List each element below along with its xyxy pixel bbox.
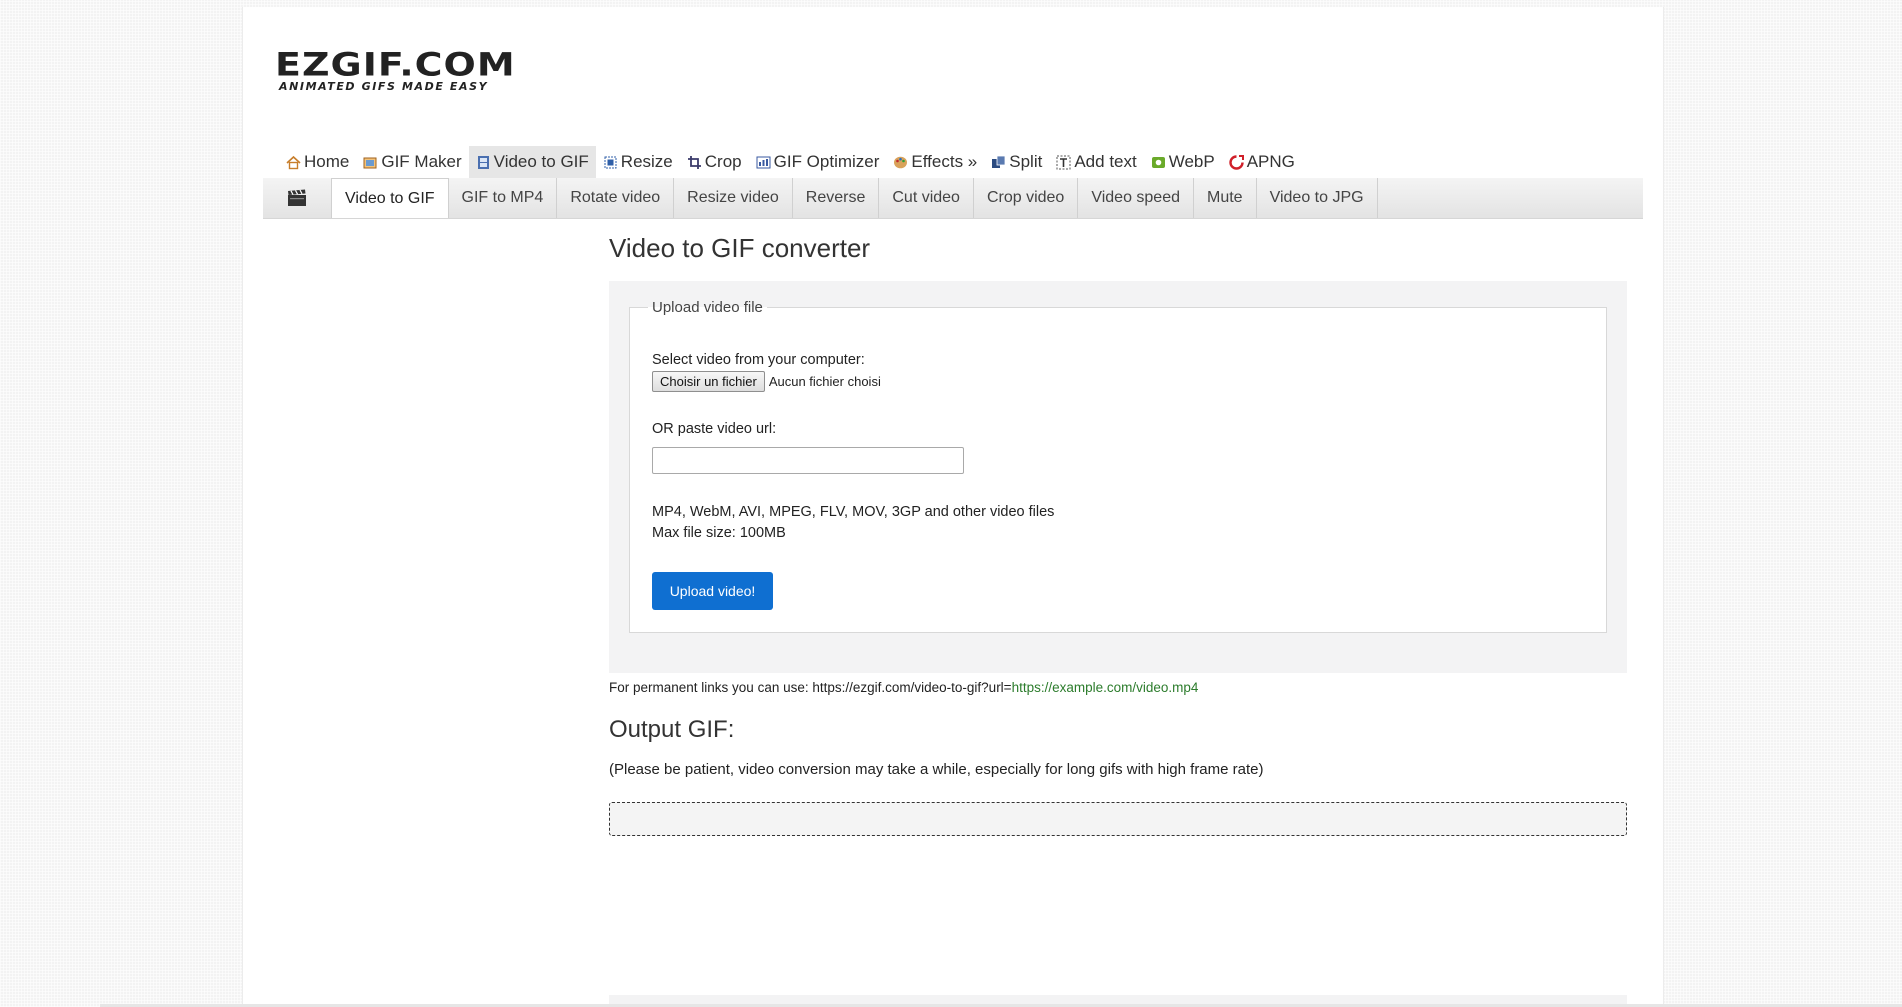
sub-tab-cut-video[interactable]: Cut video [879, 178, 974, 218]
sub-tab-mute[interactable]: Mute [1194, 178, 1257, 218]
upload-fieldset: Upload video file Select video from your… [629, 299, 1607, 633]
sub-tab-crop-video[interactable]: Crop video [974, 178, 1079, 218]
formats-info: MP4, WebM, AVI, MPEG, FLV, MOV, 3GP and … [652, 502, 1054, 544]
upload-panel: Upload video file Select video from your… [609, 281, 1627, 673]
nav-label: Split [1009, 152, 1043, 171]
nav-label: Video to GIF [493, 152, 589, 171]
nav-item-webp[interactable]: WebP [1144, 146, 1222, 178]
nav-item-video-to-gif[interactable]: Video to GIF [468, 146, 596, 178]
output-area [609, 802, 1627, 836]
optimizer-icon [756, 155, 771, 170]
webp-icon [1151, 155, 1166, 170]
film-strip-icon [476, 155, 491, 170]
upload-video-button[interactable]: Upload video! [652, 572, 773, 610]
output-title: Output GIF: [609, 716, 735, 743]
sub-nav: Video to GIF GIF to MP4 Rotate video Res… [263, 178, 1643, 219]
apng-icon [1229, 154, 1244, 170]
upload-legend: Upload video file [652, 299, 763, 316]
sub-tab-gif-to-mp4[interactable]: GIF to MP4 [449, 178, 558, 218]
nav-label: GIF Maker [381, 152, 462, 171]
max-file-size-text: Max file size: 100MB [652, 525, 786, 541]
video-url-input[interactable] [652, 447, 964, 474]
file-status-text: Aucun fichier choisi [768, 373, 881, 389]
home-icon [286, 155, 301, 170]
nav-item-effects[interactable]: Effects » [886, 146, 984, 178]
nav-item-add-text[interactable]: Add text [1049, 146, 1143, 178]
nav-label: Add text [1074, 152, 1137, 171]
nav-label: WebP [1168, 152, 1215, 171]
url-label: OR paste video url: [652, 421, 777, 437]
sub-tab-reverse[interactable]: Reverse [793, 178, 880, 218]
nav-label: GIF Optimizer [773, 152, 880, 171]
permanent-links-prefix: For permanent links you can use: https:/… [609, 680, 1012, 695]
site-logo[interactable]: EZGIF.COM ANIMATED GIFS MADE EASY [275, 45, 516, 93]
supported-formats-text: MP4, WebM, AVI, MPEG, FLV, MOV, 3GP and … [652, 504, 1055, 520]
gif-maker-icon [363, 155, 378, 170]
sub-tab-video-to-jpg[interactable]: Video to JPG [1257, 178, 1378, 218]
patience-note: (Please be patient, video conversion may… [609, 761, 1264, 778]
nav-item-gif-maker[interactable]: GIF Maker [356, 146, 468, 178]
nav-item-resize[interactable]: Resize [596, 146, 680, 178]
sub-tab-resize-video[interactable]: Resize video [674, 178, 793, 218]
resize-icon [603, 155, 618, 170]
nav-label: Effects » [911, 152, 978, 171]
main-nav: Home GIF Maker Video to GIF Resize Crop [279, 146, 1302, 178]
file-picker: Choisir un fichier Aucun fichier choisi [652, 370, 1054, 392]
crop-icon [687, 155, 702, 170]
permanent-links-note: For permanent links you can use: https:/… [609, 680, 1627, 695]
add-text-icon [1056, 155, 1071, 170]
sub-tab-rotate-video[interactable]: Rotate video [557, 178, 675, 218]
example-url-link[interactable]: https://example.com/video.mp4 [1012, 680, 1199, 695]
choose-file-button[interactable]: Choisir un fichier [652, 370, 765, 392]
split-icon [991, 155, 1006, 170]
upload-form: Select video from your computer: Choisir… [652, 350, 1054, 610]
nav-label: APNG [1246, 152, 1295, 171]
nav-item-crop[interactable]: Crop [680, 146, 749, 178]
sub-tab-video-to-gif[interactable]: Video to GIF [332, 178, 449, 218]
nav-item-gif-optimizer[interactable]: GIF Optimizer [749, 146, 887, 178]
logo-wordmark: EZGIF.COM [275, 45, 516, 83]
nav-item-split[interactable]: Split [984, 146, 1049, 178]
palette-icon [893, 155, 908, 170]
page-title: Video to GIF converter [609, 233, 871, 263]
nav-item-apng[interactable]: APNG [1222, 146, 1302, 178]
sub-tab-video-speed[interactable]: Video speed [1078, 178, 1194, 218]
clapperboard-icon [263, 178, 332, 218]
nav-label: Crop [704, 152, 742, 171]
nav-label: Home [304, 152, 350, 171]
nav-label: Resize [620, 152, 673, 171]
page-container: EZGIF.COM ANIMATED GIFS MADE EASY Home G… [242, 7, 1664, 1007]
select-file-label: Select video from your computer: [652, 352, 865, 368]
nav-item-home[interactable]: Home [279, 146, 356, 178]
main-content: Video to GIF converter Upload video file… [609, 227, 1627, 836]
